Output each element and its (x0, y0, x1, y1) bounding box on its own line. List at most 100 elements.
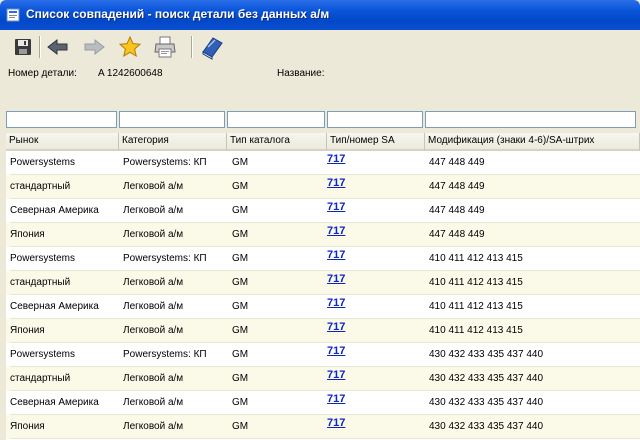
catalog-type-cell: GM (232, 367, 327, 391)
category-cell: Легковой а/м (123, 367, 232, 391)
table-row[interactable]: Powersystems Powersystems: КП GM 717 430 432… (6, 343, 640, 367)
print-button[interactable] (152, 34, 178, 60)
table-row[interactable]: Северная Америка Легковой а/м GM 717 410 411… (6, 295, 640, 319)
market-cell: Северная Америка (10, 199, 123, 223)
sa-number-link[interactable]: 717 (327, 415, 429, 439)
column-header-category[interactable]: Категория (119, 133, 227, 151)
table-row[interactable]: стандартный Легковой а/м GM 717 430 432 433 … (6, 367, 640, 391)
help-button[interactable] (199, 34, 225, 60)
category-cell: Легковой а/м (123, 175, 232, 199)
sa-number-link[interactable]: 717 (327, 343, 429, 367)
category-cell: Легковой а/м (123, 199, 232, 223)
column-header-sa-number[interactable]: Тип/номер SA (327, 133, 425, 151)
category-cell: Легковой а/м (123, 319, 232, 343)
toolbar-separator (191, 36, 193, 58)
table-row[interactable]: стандартный Легковой а/м GM 717 410 411 412 … (6, 271, 640, 295)
sa-number-link[interactable]: 717 (327, 319, 429, 343)
sa-number-link[interactable]: 717 (327, 271, 429, 295)
modification-cell: 430 432 433 435 437 440 (429, 415, 640, 439)
market-cell: Япония (10, 319, 123, 343)
modification-cell: 447 448 449 (429, 223, 640, 247)
table-row[interactable]: Северная Америка Легковой а/м GM 717 430 432… (6, 391, 640, 415)
back-icon (47, 38, 68, 56)
category-cell: Легковой а/м (123, 271, 232, 295)
filter-sa-input[interactable] (327, 111, 423, 128)
column-header-catalog-type[interactable]: Тип каталога (227, 133, 327, 151)
toolbar-separator (39, 36, 41, 58)
sa-number-link[interactable]: 717 (327, 151, 429, 175)
market-cell: Powersystems (10, 343, 123, 367)
catalog-type-cell: GM (232, 247, 327, 271)
table-row[interactable]: стандартный Легковой а/м GM 717 447 448 449 (6, 175, 640, 199)
table-row[interactable]: Северная Америка Легковой а/м GM 717 447 448… (6, 199, 640, 223)
window-title: Список совпадений - поиск детали без дан… (26, 7, 330, 21)
forward-button[interactable] (81, 34, 107, 60)
catalog-type-cell: GM (232, 151, 327, 175)
title-bar: Список совпадений - поиск детали без дан… (0, 0, 640, 30)
market-cell: Япония (10, 223, 123, 247)
name-label: Название: (277, 68, 325, 79)
forward-icon (84, 38, 105, 56)
back-button[interactable] (45, 34, 71, 60)
category-cell: Легковой а/м (123, 223, 232, 247)
category-cell: Powersystems: КП (123, 151, 232, 175)
filter-market-input[interactable] (6, 111, 117, 128)
help-book-icon (202, 37, 223, 60)
modification-cell: 410 411 412 413 415 (429, 271, 640, 295)
catalog-type-cell: GM (232, 391, 327, 415)
modification-cell: 447 448 449 (429, 151, 640, 175)
catalog-type-cell: GM (232, 343, 327, 367)
category-cell: Powersystems: КП (123, 247, 232, 271)
save-button[interactable] (10, 34, 36, 60)
sa-number-link[interactable]: 717 (327, 175, 429, 199)
catalog-type-cell: GM (232, 415, 327, 439)
modification-cell: 410 411 412 413 415 (429, 247, 640, 271)
table-header: Рынок Категория Тип каталога Тип/номер S… (6, 133, 640, 151)
market-cell: Powersystems (10, 247, 123, 271)
column-header-market[interactable]: Рынок (6, 133, 119, 151)
modification-cell: 430 432 433 435 437 440 (429, 343, 640, 367)
table-row[interactable]: Япония Легковой а/м GM 717 430 432 433 435 4… (6, 415, 640, 439)
market-cell: Северная Америка (10, 295, 123, 319)
sa-number-link[interactable]: 717 (327, 391, 429, 415)
column-header-modification[interactable]: Модификация (знаки 4-6)/SA-штрих (425, 133, 640, 151)
filter-modification-input[interactable] (425, 111, 636, 128)
part-number-label: Номер детали: (8, 68, 77, 79)
app-icon (6, 8, 20, 22)
market-cell: стандартный (10, 271, 123, 295)
catalog-type-cell: GM (232, 295, 327, 319)
category-cell: Легковой а/м (123, 391, 232, 415)
market-cell: Powersystems (10, 151, 123, 175)
favorites-button[interactable] (117, 34, 143, 60)
table-row[interactable]: Япония Легковой а/м GM 717 410 411 412 413 4… (6, 319, 640, 343)
category-cell: Легковой а/м (123, 415, 232, 439)
market-cell: Северная Америка (10, 391, 123, 415)
catalog-type-cell: GM (232, 223, 327, 247)
sa-number-link[interactable]: 717 (327, 223, 429, 247)
sa-number-link[interactable]: 717 (327, 295, 429, 319)
filter-catalog-input[interactable] (227, 111, 325, 128)
table-row[interactable]: Powersystems Powersystems: КП GM 717 447 448… (6, 151, 640, 175)
category-cell: Powersystems: КП (123, 343, 232, 367)
save-icon (15, 39, 31, 55)
modification-cell: 447 448 449 (429, 175, 640, 199)
table-row[interactable]: Powersystems Powersystems: КП GM 717 410 411… (6, 247, 640, 271)
filter-category-input[interactable] (119, 111, 225, 128)
market-cell: Япония (10, 415, 123, 439)
favorite-star-icon (118, 35, 142, 58)
catalog-type-cell: GM (232, 175, 327, 199)
market-cell: стандартный (10, 367, 123, 391)
modification-cell: 430 432 433 435 437 440 (429, 391, 640, 415)
category-cell: Легковой а/м (123, 295, 232, 319)
sa-number-link[interactable]: 717 (327, 367, 429, 391)
modification-cell: 410 411 412 413 415 (429, 295, 640, 319)
part-number-value: A 1242600648 (98, 68, 163, 79)
catalog-type-cell: GM (232, 199, 327, 223)
market-cell: стандартный (10, 175, 123, 199)
sa-number-link[interactable]: 717 (327, 199, 429, 223)
toolbar (0, 30, 640, 64)
sa-number-link[interactable]: 717 (327, 247, 429, 271)
table-row[interactable]: Япония Легковой а/м GM 717 447 448 449 (6, 223, 640, 247)
modification-cell: 447 448 449 (429, 199, 640, 223)
print-icon (154, 36, 176, 58)
